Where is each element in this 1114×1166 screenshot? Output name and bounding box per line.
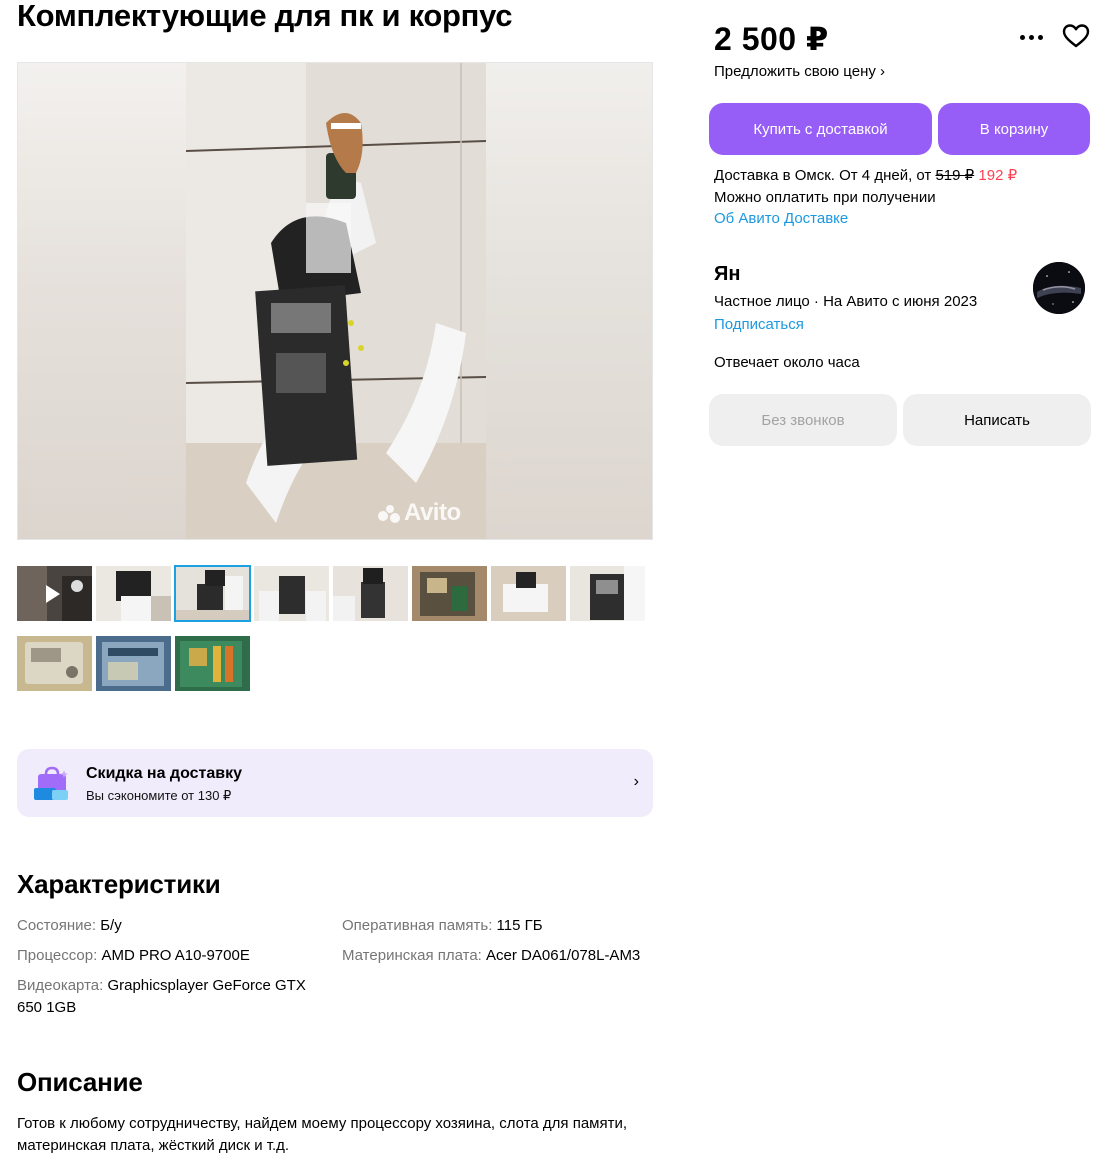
new-delivery-price: 192 ₽: [978, 167, 1018, 184]
offer-price-link[interactable]: Предложить свою цену ›: [714, 63, 885, 80]
about-delivery-link[interactable]: Об Авито Доставке: [714, 209, 848, 229]
photo-blur-right: [484, 63, 652, 539]
delivery-discount-banner[interactable]: Скидка на доставку Вы сэкономите от 130 …: [17, 749, 653, 817]
seller-info: Частное лицо · На Авито с июня 2023: [714, 293, 978, 310]
add-to-cart-button[interactable]: В корзину: [938, 103, 1090, 155]
thumbnail-item[interactable]: [333, 566, 408, 621]
avito-watermark: Avito: [378, 499, 461, 527]
chevron-right-icon: ›: [633, 773, 639, 790]
heart-icon[interactable]: [1062, 23, 1090, 49]
old-delivery-price: 519 ₽: [935, 167, 975, 184]
thumbnail-item[interactable]: [96, 566, 171, 621]
spec-processor: Процессор: AMD PRO A10-9700E: [17, 947, 250, 964]
thumbnail-item[interactable]: [412, 566, 487, 621]
thumbnail-item-active[interactable]: [174, 565, 251, 622]
description-heading: Описание: [17, 1067, 143, 1097]
main-photo[interactable]: Avito: [17, 62, 653, 540]
spec-gpu: Видеокарта: Graphicsplayer GeForce GTX 6…: [17, 977, 306, 1016]
thumbnail-item[interactable]: [175, 636, 250, 691]
photo-blur-left: [18, 63, 186, 539]
thumbnail-item[interactable]: [96, 636, 171, 691]
no-calls-button: Без звонков: [709, 394, 897, 446]
thumbnail-item[interactable]: [254, 566, 329, 621]
price: 2 500 ₽: [714, 21, 829, 57]
delivery-discount-icon: [34, 766, 68, 800]
buy-with-delivery-button[interactable]: Купить с доставкой: [709, 103, 932, 155]
thumbnail-item[interactable]: [570, 566, 645, 621]
spec-condition: Состояние: Б/у: [17, 917, 122, 934]
promo-subtitle: Вы сэкономите от 130 ₽: [86, 788, 232, 803]
spec-motherboard: Материнская плата: Acer DA061/078L-AM3: [342, 947, 641, 964]
spec-ram: Оперативная память: 115 ГБ: [342, 917, 543, 934]
photo-image: [186, 63, 486, 539]
play-icon: [46, 585, 60, 603]
response-time: Отвечает около часа: [714, 354, 860, 371]
more-icon[interactable]: [1020, 28, 1046, 46]
delivery-info: Доставка в Омск. От 4 дней, от 519 ₽ 192…: [714, 167, 1018, 184]
subscribe-link[interactable]: Подписаться: [714, 315, 804, 335]
payment-info: Можно оплатить при получении: [714, 189, 936, 206]
promo-title: Скидка на доставку: [86, 765, 243, 782]
thumbnail-item[interactable]: [17, 636, 92, 691]
characteristics-heading: Характеристики: [17, 869, 221, 899]
seller-avatar[interactable]: [1033, 262, 1085, 314]
listing-title: Комплектующие для пк и корпус: [17, 0, 513, 33]
thumbnail-item[interactable]: [491, 566, 566, 621]
description-text: Готов к любому сотрудничеству, найдем мо…: [17, 1115, 628, 1154]
seller-name[interactable]: Ян: [714, 263, 740, 286]
write-message-button[interactable]: Написать: [903, 394, 1091, 446]
thumbnail-video[interactable]: [17, 566, 92, 621]
